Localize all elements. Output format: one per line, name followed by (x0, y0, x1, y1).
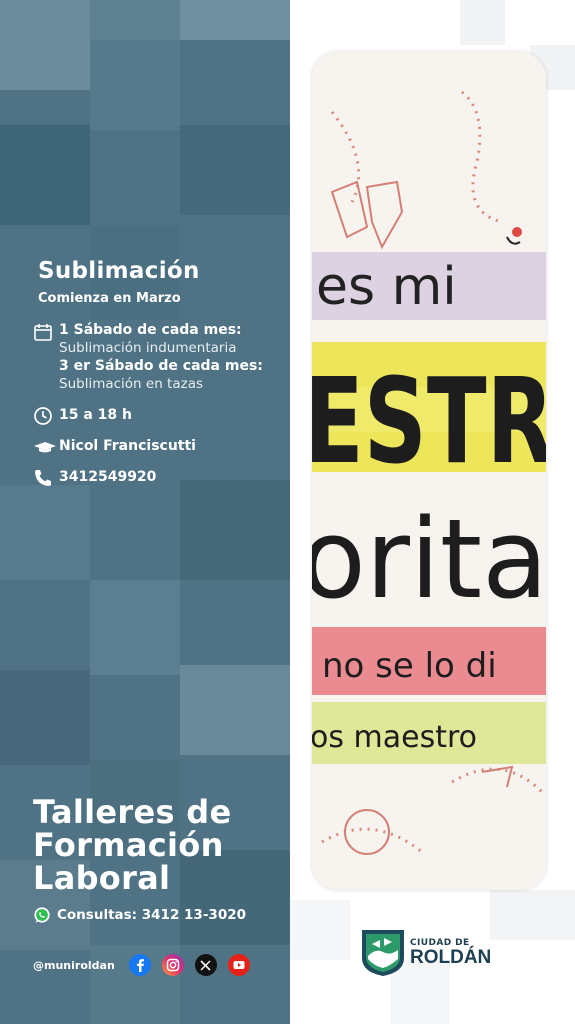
program-title-line-1: Talleres de (33, 793, 232, 831)
pixel-decoration (290, 900, 350, 960)
youtube-icon[interactable] (227, 954, 250, 976)
instagram-icon[interactable] (161, 954, 184, 976)
consultas-text: Consultas: 3412 13-3020 (57, 907, 246, 923)
teacher-row: Nicol Franciscutti (33, 437, 196, 457)
calendar-icon (34, 324, 52, 341)
pixel-decoration (460, 0, 505, 45)
pixel-decoration (490, 890, 575, 940)
consultas-row: Consultas: 3412 13-3020 (33, 906, 246, 924)
schedule-2-title: 3 er Sábado de cada mes: (59, 358, 263, 374)
facebook-icon[interactable] (128, 954, 151, 976)
ciudad-de-roldan-logo: CIUDAD DE ROLDÁN (360, 926, 491, 978)
logo-text-line-1: CIUDAD DE (410, 937, 470, 948)
schedule-2-detail: Sublimación en tazas (59, 376, 204, 392)
roldan-shield-icon (362, 930, 404, 976)
social-handle: @muniroldan (33, 958, 115, 972)
mug-text-5: os maestro (312, 720, 477, 755)
program-title-line-2: Formación (33, 826, 224, 864)
teacher-name: Nicol Franciscutti (59, 438, 196, 454)
x-icon[interactable] (194, 954, 217, 976)
program-title: Talleres de Formación Laboral (33, 796, 232, 895)
whatsapp-icon (34, 907, 50, 924)
program-title-line-3: Laboral (33, 859, 171, 897)
schedule-list: 1 Sábado de cada mes: Sublimación indume… (59, 321, 263, 393)
logo-text: CIUDAD DE ROLDÁN (410, 938, 491, 967)
phone-number: 3412549920 (59, 469, 157, 485)
schedule-row (33, 322, 59, 342)
mug-text-2: ESTR (312, 352, 546, 490)
schedule-1-title: 1 Sábado de cada mes: (59, 322, 242, 338)
time-text: 15 a 18 h (59, 407, 133, 423)
phone-icon (35, 470, 51, 486)
start-date: Comienza en Marzo (38, 291, 181, 306)
schedule-1-detail: Sublimación indumentaria (59, 340, 237, 356)
graduation-cap-icon (34, 442, 56, 453)
mug-text-1: es mi (316, 257, 457, 317)
left-info-panel: Sublimación Comienza en Marzo 1 Sábado d… (0, 0, 290, 1024)
workshop-title: Sublimación (38, 258, 200, 284)
mug-text-4: no se lo di (322, 646, 497, 686)
mug-text-3: orita (312, 495, 546, 623)
clock-icon (34, 407, 52, 425)
time-row: 15 a 18 h (33, 406, 132, 426)
mug-photo: es mi ESTR orita no se lo di os maestro (312, 52, 546, 890)
logo-text-line-2: ROLDÁN (410, 946, 492, 968)
phone-row: 3412549920 (33, 468, 156, 488)
social-row: @muniroldan (33, 954, 250, 976)
